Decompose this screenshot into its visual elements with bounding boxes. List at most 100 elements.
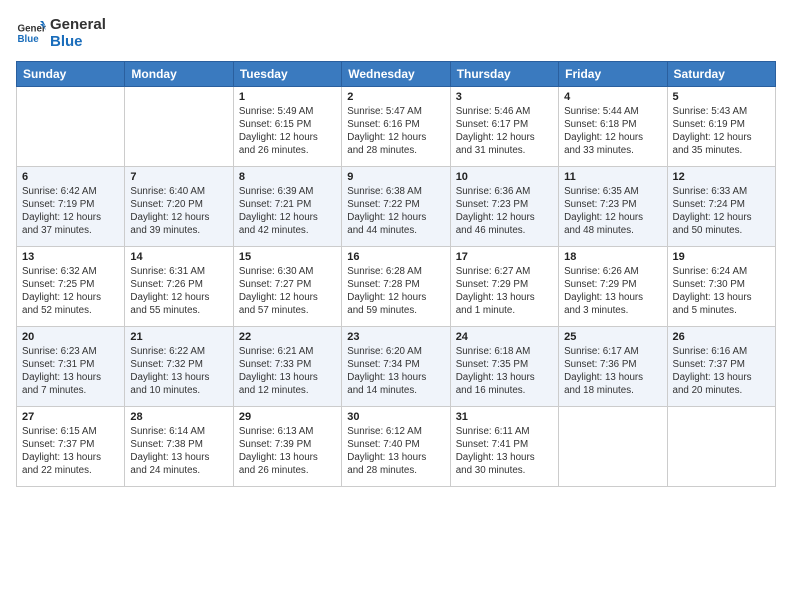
day-number: 16 bbox=[347, 251, 444, 263]
calendar-cell: 31Sunrise: 6:11 AMSunset: 7:41 PMDayligh… bbox=[450, 406, 558, 486]
day-number: 1 bbox=[239, 91, 336, 103]
calendar-cell: 16 Sunrise: 6:28 AMSunset: 7:28 PMDayligh… bbox=[342, 246, 450, 326]
calendar-table: SundayMondayTuesdayWednesdayThursdayFrid… bbox=[16, 61, 776, 487]
day-info: Sunrise: 5:44 AMSunset: 6:18 PMDaylight:… bbox=[564, 105, 661, 158]
weekday-header-monday: Monday bbox=[125, 61, 233, 86]
calendar-cell: 19Sunrise: 6:24 AMSunset: 7:30 PMDayligh… bbox=[667, 246, 775, 326]
calendar-cell: 25 Sunrise: 6:17 AMSunset: 7:36 PMDayligh… bbox=[559, 326, 667, 406]
calendar-week-5: 27 Sunrise: 6:15 AMSunset: 7:37 PMDayligh… bbox=[17, 406, 776, 486]
logo: General Blue General Blue bbox=[16, 16, 106, 51]
day-info: Sunrise: 6:14 AMSunset: 7:38 PMDaylight:… bbox=[130, 425, 227, 478]
day-number: 13 bbox=[22, 251, 119, 263]
day-info: Sunrise: 6:31 AMSunset: 7:26 PMDaylight:… bbox=[130, 265, 227, 318]
calendar-cell: 4 Sunrise: 5:44 AMSunset: 6:18 PMDaylight… bbox=[559, 86, 667, 166]
calendar-cell: 30 Sunrise: 6:12 AMSunset: 7:40 PMDayligh… bbox=[342, 406, 450, 486]
day-info: Sunrise: 6:40 AMSunset: 7:20 PMDaylight:… bbox=[130, 185, 227, 238]
day-info: Sunrise: 6:16 AMSunset: 7:37 PMDaylight:… bbox=[673, 345, 770, 398]
weekday-header-wednesday: Wednesday bbox=[342, 61, 450, 86]
calendar-cell bbox=[559, 406, 667, 486]
calendar-cell: 21Sunrise: 6:22 AMSunset: 7:32 PMDayligh… bbox=[125, 326, 233, 406]
calendar-cell: 8 Sunrise: 6:39 AMSunset: 7:21 PMDaylight… bbox=[233, 166, 341, 246]
day-number: 19 bbox=[673, 251, 770, 263]
calendar-cell: 22 Sunrise: 6:21 AMSunset: 7:33 PMDayligh… bbox=[233, 326, 341, 406]
day-info: Sunrise: 5:43 AMSunset: 6:19 PMDaylight:… bbox=[673, 105, 770, 158]
weekday-header-row: SundayMondayTuesdayWednesdayThursdayFrid… bbox=[17, 61, 776, 86]
day-info: Sunrise: 6:28 AMSunset: 7:28 PMDaylight:… bbox=[347, 265, 444, 318]
day-number: 27 bbox=[22, 411, 119, 423]
day-info: Sunrise: 6:33 AMSunset: 7:24 PMDaylight:… bbox=[673, 185, 770, 238]
logo-icon: General Blue bbox=[16, 18, 46, 48]
day-number: 20 bbox=[22, 331, 119, 343]
calendar-cell: 3 Sunrise: 5:46 AMSunset: 6:17 PMDaylight… bbox=[450, 86, 558, 166]
day-info: Sunrise: 6:30 AMSunset: 7:27 PMDaylight:… bbox=[239, 265, 336, 318]
weekday-header-tuesday: Tuesday bbox=[233, 61, 341, 86]
weekday-header-thursday: Thursday bbox=[450, 61, 558, 86]
day-number: 11 bbox=[564, 171, 661, 183]
day-info: Sunrise: 6:42 AMSunset: 7:19 PMDaylight:… bbox=[22, 185, 119, 238]
day-info: Sunrise: 6:22 AMSunset: 7:32 PMDaylight:… bbox=[130, 345, 227, 398]
page-header: General Blue General Blue bbox=[16, 16, 776, 51]
calendar-cell: 1Sunrise: 5:49 AMSunset: 6:15 PMDaylight… bbox=[233, 86, 341, 166]
day-number: 30 bbox=[347, 411, 444, 423]
day-info: Sunrise: 6:23 AMSunset: 7:31 PMDaylight:… bbox=[22, 345, 119, 398]
day-number: 18 bbox=[564, 251, 661, 263]
day-number: 7 bbox=[130, 171, 227, 183]
weekday-header-sunday: Sunday bbox=[17, 61, 125, 86]
day-number: 8 bbox=[239, 171, 336, 183]
calendar-cell: 5 Sunrise: 5:43 AMSunset: 6:19 PMDaylight… bbox=[667, 86, 775, 166]
weekday-header-friday: Friday bbox=[559, 61, 667, 86]
logo-text-blue: Blue bbox=[50, 33, 106, 50]
day-number: 12 bbox=[673, 171, 770, 183]
day-info: Sunrise: 6:21 AMSunset: 7:33 PMDaylight:… bbox=[239, 345, 336, 398]
calendar-cell bbox=[667, 406, 775, 486]
calendar-cell: 2Sunrise: 5:47 AMSunset: 6:16 PMDaylight… bbox=[342, 86, 450, 166]
day-number: 25 bbox=[564, 331, 661, 343]
day-number: 3 bbox=[456, 91, 553, 103]
calendar-cell: 6 Sunrise: 6:42 AMSunset: 7:19 PMDaylight… bbox=[17, 166, 125, 246]
logo-text-general: General bbox=[50, 16, 106, 33]
day-number: 4 bbox=[564, 91, 661, 103]
day-info: Sunrise: 6:26 AMSunset: 7:29 PMDaylight:… bbox=[564, 265, 661, 318]
day-number: 15 bbox=[239, 251, 336, 263]
day-number: 23 bbox=[347, 331, 444, 343]
day-number: 28 bbox=[130, 411, 227, 423]
calendar-cell: 12 Sunrise: 6:33 AMSunset: 7:24 PMDayligh… bbox=[667, 166, 775, 246]
calendar-body: 1Sunrise: 5:49 AMSunset: 6:15 PMDaylight… bbox=[17, 86, 776, 486]
day-number: 5 bbox=[673, 91, 770, 103]
calendar-cell: 9Sunrise: 6:38 AMSunset: 7:22 PMDaylight… bbox=[342, 166, 450, 246]
day-info: Sunrise: 6:27 AMSunset: 7:29 PMDaylight:… bbox=[456, 265, 553, 318]
calendar-cell: 23Sunrise: 6:20 AMSunset: 7:34 PMDayligh… bbox=[342, 326, 450, 406]
svg-text:Blue: Blue bbox=[18, 34, 40, 45]
day-info: Sunrise: 6:18 AMSunset: 7:35 PMDaylight:… bbox=[456, 345, 553, 398]
calendar-week-1: 1Sunrise: 5:49 AMSunset: 6:15 PMDaylight… bbox=[17, 86, 776, 166]
calendar-cell: 27 Sunrise: 6:15 AMSunset: 7:37 PMDayligh… bbox=[17, 406, 125, 486]
day-info: Sunrise: 6:35 AMSunset: 7:23 PMDaylight:… bbox=[564, 185, 661, 238]
day-number: 22 bbox=[239, 331, 336, 343]
day-number: 29 bbox=[239, 411, 336, 423]
calendar-cell: 7 Sunrise: 6:40 AMSunset: 7:20 PMDaylight… bbox=[125, 166, 233, 246]
weekday-header-saturday: Saturday bbox=[667, 61, 775, 86]
calendar-cell: 26 Sunrise: 6:16 AMSunset: 7:37 PMDayligh… bbox=[667, 326, 775, 406]
calendar-cell: 29Sunrise: 6:13 AMSunset: 7:39 PMDayligh… bbox=[233, 406, 341, 486]
calendar-cell: 20 Sunrise: 6:23 AMSunset: 7:31 PMDayligh… bbox=[17, 326, 125, 406]
calendar-cell: 24 Sunrise: 6:18 AMSunset: 7:35 PMDayligh… bbox=[450, 326, 558, 406]
day-number: 6 bbox=[22, 171, 119, 183]
day-info: Sunrise: 5:46 AMSunset: 6:17 PMDaylight:… bbox=[456, 105, 553, 158]
day-number: 2 bbox=[347, 91, 444, 103]
day-number: 31 bbox=[456, 411, 553, 423]
calendar-cell: 11 Sunrise: 6:35 AMSunset: 7:23 PMDayligh… bbox=[559, 166, 667, 246]
calendar-cell: 28 Sunrise: 6:14 AMSunset: 7:38 PMDayligh… bbox=[125, 406, 233, 486]
calendar-week-2: 6 Sunrise: 6:42 AMSunset: 7:19 PMDaylight… bbox=[17, 166, 776, 246]
calendar-week-3: 13Sunrise: 6:32 AMSunset: 7:25 PMDayligh… bbox=[17, 246, 776, 326]
day-number: 24 bbox=[456, 331, 553, 343]
day-number: 26 bbox=[673, 331, 770, 343]
calendar-week-4: 20 Sunrise: 6:23 AMSunset: 7:31 PMDayligh… bbox=[17, 326, 776, 406]
day-info: Sunrise: 6:17 AMSunset: 7:36 PMDaylight:… bbox=[564, 345, 661, 398]
calendar-cell: 15 Sunrise: 6:30 AMSunset: 7:27 PMDayligh… bbox=[233, 246, 341, 326]
day-info: Sunrise: 6:15 AMSunset: 7:37 PMDaylight:… bbox=[22, 425, 119, 478]
calendar-cell: 18 Sunrise: 6:26 AMSunset: 7:29 PMDayligh… bbox=[559, 246, 667, 326]
calendar-cell bbox=[17, 86, 125, 166]
day-number: 14 bbox=[130, 251, 227, 263]
day-info: Sunrise: 6:39 AMSunset: 7:21 PMDaylight:… bbox=[239, 185, 336, 238]
day-info: Sunrise: 6:12 AMSunset: 7:40 PMDaylight:… bbox=[347, 425, 444, 478]
